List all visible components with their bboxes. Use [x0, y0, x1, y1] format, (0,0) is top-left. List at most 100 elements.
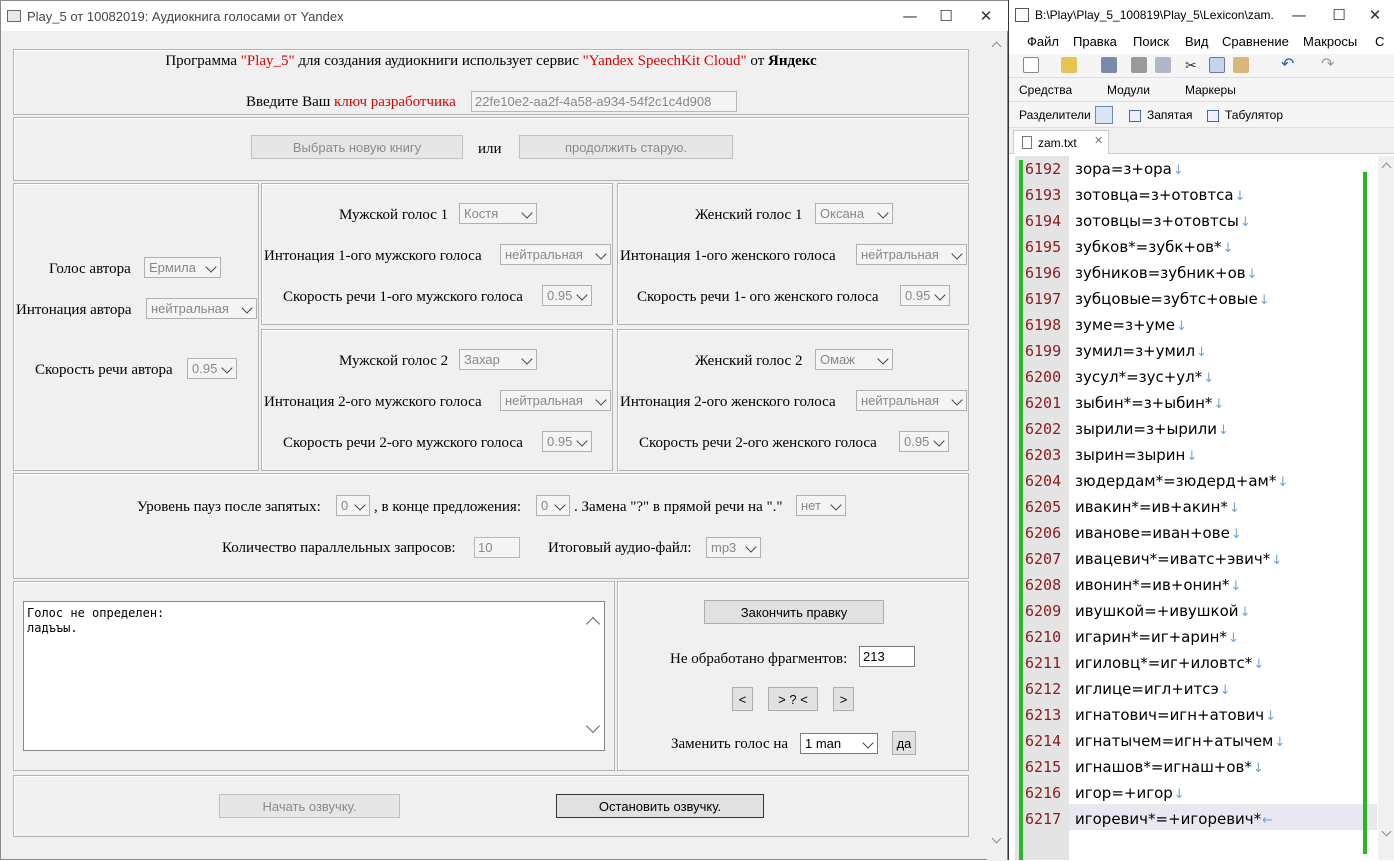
save-icon[interactable]: [1101, 57, 1117, 73]
copy-icon[interactable]: [1209, 57, 1225, 73]
finish-editing-button[interactable]: Закончить правку: [704, 600, 884, 624]
redo-icon[interactable]: ↷: [1321, 57, 1337, 73]
continue-old-book-button[interactable]: продолжить старую.: [519, 135, 733, 159]
stop-voicing-button[interactable]: Остановить озвучку.: [556, 794, 764, 818]
line-number: 6215: [1025, 758, 1062, 776]
code-line[interactable]: зюдердам*=зюдерд+ам*↓: [1075, 468, 1288, 494]
menu-more[interactable]: С: [1375, 34, 1384, 49]
code-line[interactable]: ивакин*=ив+акин*↓: [1075, 494, 1240, 520]
tools-menu[interactable]: Средства: [1019, 83, 1072, 97]
female1-speed-select[interactable]: 0.95: [900, 285, 950, 306]
author-intonation-select[interactable]: нейтральная: [146, 298, 257, 319]
question-replace-select[interactable]: нет: [796, 495, 846, 516]
menu-search[interactable]: Поиск: [1133, 34, 1169, 49]
female1-voice-select[interactable]: Оксана: [815, 203, 893, 224]
male2-speed-select[interactable]: 0.95: [542, 431, 592, 452]
code-line[interactable]: зотовцы=з+отовтсы↓: [1075, 208, 1251, 234]
code-line[interactable]: зырили=з+ырили↓: [1075, 416, 1229, 442]
scroll-up-icon[interactable]: [991, 41, 1002, 52]
prev-fragment-button[interactable]: <: [732, 687, 753, 711]
tab-option[interactable]: Табулятор: [1225, 108, 1283, 122]
male2-voice-select[interactable]: Захар: [459, 349, 537, 370]
start-voicing-button[interactable]: Начать озвучку.: [219, 794, 400, 818]
code-line[interactable]: зубков*=зубк+ов*↓: [1075, 234, 1233, 260]
current-fragment-button[interactable]: > ? <: [768, 687, 818, 711]
message-textarea[interactable]: Голос не определен: ладъъы.: [23, 601, 605, 751]
menu-compare[interactable]: Сравнение: [1222, 34, 1289, 49]
sentence-pause-select[interactable]: 0: [536, 495, 570, 516]
code-line[interactable]: зумил=з+умил↓: [1075, 338, 1207, 364]
next-fragment-button[interactable]: >: [833, 687, 854, 711]
tab-zam-txt[interactable]: zam.txt ✕: [1013, 130, 1109, 154]
editor-scrollbar[interactable]: [1378, 156, 1394, 860]
author-speed-select[interactable]: 0.95: [187, 358, 237, 379]
api-key-input[interactable]: 22fe10e2-aa2f-4a58-a934-54f2c1c4d908: [471, 91, 737, 112]
male1-intonation-select[interactable]: нейтральная: [500, 244, 611, 265]
modules-menu[interactable]: Модули: [1107, 83, 1150, 97]
female1-intonation-select[interactable]: нейтральная: [856, 244, 967, 265]
markers-menu[interactable]: Маркеры: [1185, 83, 1236, 97]
code-line[interactable]: зырин=зырин↓: [1075, 442, 1197, 468]
table-grid-icon[interactable]: [1095, 106, 1113, 124]
menu-macros[interactable]: Макросы: [1303, 34, 1357, 49]
new-file-icon[interactable]: [1023, 57, 1039, 73]
male2-intonation-select[interactable]: нейтральная: [500, 390, 611, 411]
code-line[interactable]: игнашов*=игнаш+ов*↓: [1075, 754, 1264, 780]
editor-minimize-button[interactable]: —: [1279, 0, 1319, 30]
code-line[interactable]: зыбин*=з+ыбин*↓: [1075, 390, 1224, 416]
comma-option[interactable]: Запятая: [1147, 108, 1192, 122]
menu-edit[interactable]: Правка: [1073, 34, 1117, 49]
footer-panel: [13, 775, 969, 837]
code-line[interactable]: игнатович=игн+атович↓: [1075, 702, 1276, 728]
code-line[interactable]: зуме=з+уме↓: [1075, 312, 1187, 338]
print-preview-icon[interactable]: [1155, 57, 1171, 73]
code-line[interactable]: зубцовые=зубтс+овые↓: [1075, 286, 1270, 312]
code-line[interactable]: иванове=иван+ове↓: [1075, 520, 1242, 546]
comma-pause-select[interactable]: 0: [336, 495, 370, 516]
choose-new-book-button[interactable]: Выбрать новую книгу: [251, 135, 463, 159]
code-line[interactable]: игарин*=иг+арин*↓: [1075, 624, 1239, 650]
code-line[interactable]: зубников=зубник+ов↓: [1075, 260, 1258, 286]
code-line[interactable]: игнатычем=игн+атычем↓: [1075, 728, 1285, 754]
code-line[interactable]: зора=з+ора↓: [1075, 156, 1184, 182]
code-line[interactable]: зусул*=зус+ул*↓: [1075, 364, 1214, 390]
close-button[interactable]: ✕: [963, 1, 1009, 31]
female2-voice-select[interactable]: Омаж: [815, 349, 893, 370]
editor-maximize-button[interactable]: ☐: [1319, 0, 1359, 30]
parallel-requests-input[interactable]: 10: [474, 537, 520, 558]
close-tab-icon[interactable]: ✕: [1094, 134, 1103, 147]
code-line[interactable]: ивацевич*=иватс+эвич*↓: [1075, 546, 1282, 572]
output-format-select[interactable]: mp3: [706, 537, 761, 558]
scroll-down-icon[interactable]: [991, 833, 1002, 844]
paste-icon[interactable]: [1233, 57, 1249, 73]
window-scrollbar[interactable]: [987, 31, 1007, 861]
editor-scroll-up-icon[interactable]: [1381, 162, 1392, 173]
menu-file[interactable]: Файл: [1027, 34, 1059, 49]
code-line[interactable]: иглице=игл+итсэ↓: [1075, 676, 1231, 702]
editor-text-area[interactable]: 6192 зора=з+ора↓ 6193 зотовца=з+отовтса↓ 619…: [1009, 154, 1394, 860]
female2-intonation-select[interactable]: нейтральная: [856, 390, 967, 411]
code-text: зумил=з+умил: [1075, 342, 1196, 360]
replace-voice-yes-button[interactable]: да: [892, 731, 916, 755]
editor-scroll-down-icon[interactable]: [1381, 826, 1392, 837]
code-text: игиловц*=иг+иловтс*: [1075, 654, 1253, 672]
code-line[interactable]: игоревич*=+игоревич*←: [1075, 806, 1273, 832]
male1-speed-select[interactable]: 0.95: [542, 285, 592, 306]
unprocessed-count-input[interactable]: 213: [859, 646, 915, 667]
undo-icon[interactable]: ↶: [1281, 57, 1297, 73]
author-voice-select[interactable]: Ермила: [144, 257, 221, 278]
replace-voice-select[interactable]: 1 man: [800, 733, 878, 754]
male1-voice-select[interactable]: Костя: [459, 203, 537, 224]
code-line[interactable]: зотовца=з+отовтса↓: [1075, 182, 1245, 208]
code-line[interactable]: игор=+игор↓: [1075, 780, 1185, 806]
open-folder-icon[interactable]: [1061, 57, 1077, 73]
code-text: игнатович=игн+атович: [1075, 706, 1265, 724]
print-icon[interactable]: [1131, 57, 1147, 73]
code-line[interactable]: игиловц*=иг+иловтс*↓: [1075, 650, 1264, 676]
code-line[interactable]: ивушкой=+ивушкой↓: [1075, 598, 1250, 624]
code-line[interactable]: ивонин*=ив+онин*↓: [1075, 572, 1241, 598]
female2-speed-select[interactable]: 0.95: [899, 431, 949, 452]
menu-view[interactable]: Вид: [1185, 34, 1209, 49]
editor-close-button[interactable]: ✕: [1355, 0, 1394, 30]
cut-icon[interactable]: ✂: [1185, 57, 1201, 73]
